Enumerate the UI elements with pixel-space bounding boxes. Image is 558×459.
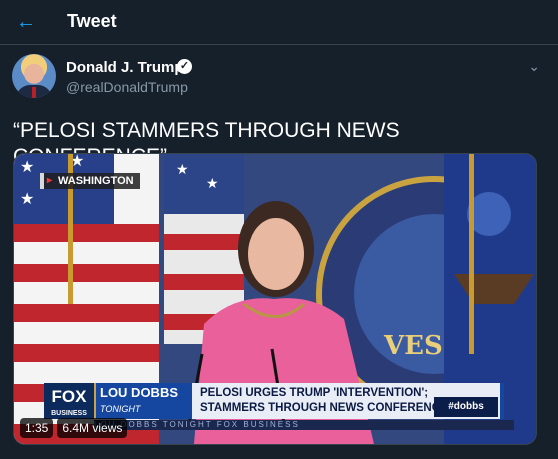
- svg-text:VES: VES: [383, 331, 443, 361]
- arrow-left-icon: ←: [16, 10, 36, 33]
- svg-text:★: ★: [20, 189, 34, 208]
- more-options-button[interactable]: ⌄: [528, 58, 540, 75]
- video-duration: 1:35: [20, 418, 54, 438]
- show-subtitle: TONIGHT: [100, 404, 141, 414]
- tweet-author: Donald J. Trump ✓ @realDonaldTrump ⌄: [12, 54, 546, 100]
- page-title: Tweet: [67, 11, 117, 31]
- network-logo: FOX BUSINESS: [44, 383, 96, 419]
- avatar[interactable]: [12, 54, 56, 98]
- network-logo-text: FOX: [51, 387, 87, 406]
- news-ticker: LOU DOBBS TONIGHT FOX BUSINESS: [94, 420, 514, 430]
- verified-badge-icon: ✓: [177, 59, 192, 74]
- back-button[interactable]: ←: [8, 4, 44, 40]
- view-count: 6.4M views: [57, 418, 128, 438]
- network-logo-sub: BUSINESS: [51, 410, 87, 417]
- video-badges: 1:35 6.4M views: [20, 418, 128, 438]
- author-name[interactable]: Donald J. Trump: [66, 59, 184, 76]
- author-handle[interactable]: @realDonaldTrump: [66, 79, 188, 95]
- show-name: LOU DOBBS TONIGHT: [96, 383, 192, 419]
- video-player[interactable]: ★★★ ★★ VES WASHINGTON FOX BUSINESS: [13, 153, 537, 445]
- svg-text:★: ★: [176, 162, 189, 178]
- svg-text:★: ★: [20, 157, 34, 176]
- svg-text:★: ★: [206, 176, 219, 192]
- hashtag-label: #dobbs: [434, 397, 498, 417]
- chevron-down-icon: ⌄: [528, 58, 540, 74]
- show-title: LOU DOBBS: [100, 385, 178, 400]
- location-tag: WASHINGTON: [40, 173, 140, 189]
- avatar-tie: [32, 87, 36, 98]
- top-bar: ← Tweet: [0, 0, 558, 45]
